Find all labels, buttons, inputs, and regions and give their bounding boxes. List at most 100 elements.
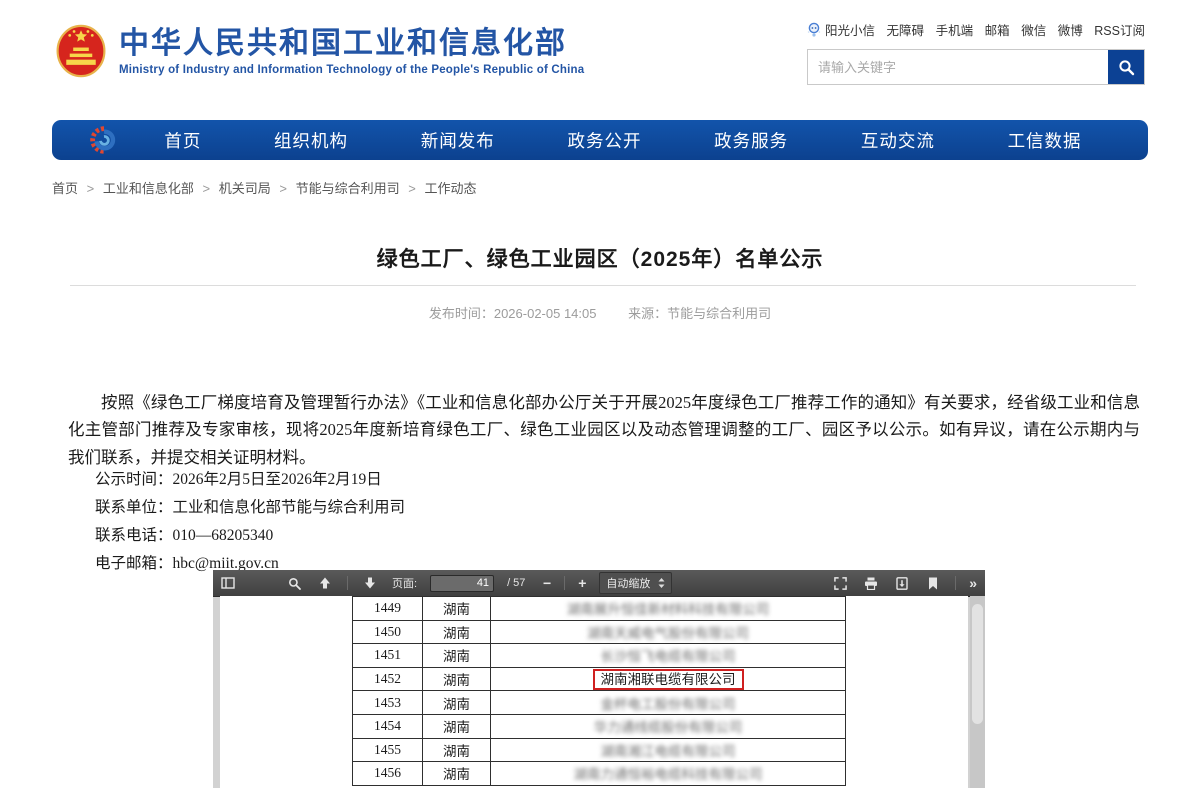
breadcrumb-separator: > bbox=[87, 181, 95, 196]
zoom-in-icon[interactable]: + bbox=[578, 575, 586, 591]
breadcrumb: 首页 > 工业和信息化部 > 机关司局 > 节能与综合利用司 > 工作动态 bbox=[52, 178, 476, 197]
row-province: 湖南 bbox=[423, 667, 491, 691]
row-province: 湖南 bbox=[423, 597, 491, 621]
contact-block: 公示时间：2026年2月5日至2026年2月19日 联系单位：工业和信息化部节能… bbox=[95, 466, 405, 578]
print-icon[interactable] bbox=[862, 574, 880, 592]
page-total: / 57 bbox=[507, 577, 525, 589]
quick-link-wechat[interactable]: 微信 bbox=[1021, 20, 1046, 39]
quick-link-sunshine[interactable]: 阳光小信 bbox=[807, 20, 875, 39]
zoom-mode-select[interactable]: 自动缩放 bbox=[599, 572, 672, 594]
breadcrumb-departments[interactable]: 机关司局 bbox=[219, 181, 271, 196]
nav-item-news[interactable]: 新闻发布 bbox=[421, 128, 495, 153]
toolbar-divider bbox=[955, 576, 956, 590]
pdf-scrollbar[interactable] bbox=[970, 596, 985, 788]
row-company-blurred: 湖南力通恒裕电缆科技有限公司 bbox=[574, 767, 763, 782]
table-row: 1450 湖南 湖南天威电气股份有限公司 bbox=[353, 620, 846, 644]
row-province: 湖南 bbox=[423, 762, 491, 786]
presentation-mode-icon[interactable] bbox=[831, 574, 849, 592]
quick-link-mobile[interactable]: 手机端 bbox=[936, 20, 974, 39]
article-meta: 发布时间：2026-02-05 14:05 来源：节能与综合利用司 bbox=[0, 303, 1200, 322]
table-row-highlighted: 1452 湖南 湖南湘联电缆有限公司 bbox=[353, 667, 846, 691]
quick-link-accessibility[interactable]: 无障碍 bbox=[887, 20, 925, 39]
page-number-input[interactable] bbox=[430, 575, 494, 592]
row-number: 1455 bbox=[353, 738, 423, 762]
nav-item-gov-service[interactable]: 政务服务 bbox=[714, 128, 788, 153]
breadcrumb-home[interactable]: 首页 bbox=[52, 181, 78, 196]
breadcrumb-separator: > bbox=[279, 181, 287, 196]
bookmark-icon[interactable] bbox=[924, 574, 942, 592]
row-company-blurred: 长沙恒飞电缆有限公司 bbox=[601, 649, 736, 664]
nav-item-data[interactable]: 工信数据 bbox=[1008, 128, 1082, 153]
select-arrows-icon bbox=[658, 578, 665, 588]
pdf-toolbar: 页面: / 57 − + 自动缩放 bbox=[213, 570, 985, 597]
article-title: 绿色工厂、绿色工业园区（2025年）名单公示 bbox=[0, 243, 1200, 273]
sunshine-mascot-icon bbox=[807, 22, 821, 38]
zoom-out-icon[interactable]: − bbox=[543, 575, 551, 591]
row-number: 1451 bbox=[353, 644, 423, 668]
contact-phone: 联系电话：010—68205340 bbox=[95, 522, 405, 550]
article-body: 按照《绿色工厂梯度培育及管理暂行办法》《工业和信息化部办公厅关于开展2025年度… bbox=[68, 389, 1140, 472]
previous-page-icon[interactable] bbox=[316, 574, 334, 592]
nav-item-gov-open[interactable]: 政务公开 bbox=[567, 128, 641, 153]
more-tools-icon[interactable]: » bbox=[969, 575, 977, 591]
row-number: 1452 bbox=[353, 667, 423, 691]
row-company-blurred: 金杯电工股份有限公司 bbox=[601, 697, 736, 712]
next-page-icon[interactable] bbox=[361, 574, 379, 592]
site-title: 中华人民共和国工业和信息化部 bbox=[119, 27, 584, 61]
quick-link-rss[interactable]: RSS订阅 bbox=[1094, 20, 1145, 39]
search-icon bbox=[1118, 59, 1135, 76]
row-company-blurred: 华力通线缆股份有限公司 bbox=[594, 720, 743, 735]
quick-link-weibo[interactable]: 微博 bbox=[1058, 20, 1083, 39]
article-source: 来源：节能与综合利用司 bbox=[628, 306, 771, 321]
row-province: 湖南 bbox=[423, 691, 491, 715]
search-button[interactable] bbox=[1108, 50, 1144, 84]
search-bar bbox=[807, 49, 1145, 85]
table-row: 1449 湖南 湖南展升恒佳新材料科技有限公司 bbox=[353, 597, 846, 621]
search-input[interactable] bbox=[808, 50, 1108, 84]
highlight-red-box: 湖南湘联电缆有限公司 bbox=[593, 669, 744, 690]
pdf-page: 1449 湖南 湖南展升恒佳新材料科技有限公司 1450 湖南 湖南天威电气股份… bbox=[220, 596, 968, 788]
row-province: 湖南 bbox=[423, 738, 491, 762]
nav-item-home[interactable]: 首页 bbox=[164, 128, 201, 153]
breadcrumb-energy-dept[interactable]: 节能与综合利用司 bbox=[296, 181, 400, 196]
nav-item-interaction[interactable]: 互动交流 bbox=[861, 128, 935, 153]
breadcrumb-separator: > bbox=[203, 181, 211, 196]
table-row: 1455 湖南 湖南湘江电缆有限公司 bbox=[353, 738, 846, 762]
row-province: 湖南 bbox=[423, 620, 491, 644]
pdf-content: 1449 湖南 湖南展升恒佳新材料科技有限公司 1450 湖南 湖南天威电气股份… bbox=[213, 596, 985, 788]
table-row: 1451 湖南 长沙恒飞电缆有限公司 bbox=[353, 644, 846, 668]
row-company-blurred: 湖南天威电气股份有限公司 bbox=[587, 626, 749, 641]
national-emblem-icon bbox=[55, 22, 107, 80]
row-number: 1454 bbox=[353, 714, 423, 738]
row-province: 湖南 bbox=[423, 714, 491, 738]
main-nav: 首页 组织机构 新闻发布 政务公开 政务服务 互动交流 工信数据 bbox=[52, 120, 1148, 160]
row-company-blurred: 湖南湘江电缆有限公司 bbox=[601, 744, 736, 759]
table-row: 1454 湖南 华力通线缆股份有限公司 bbox=[353, 714, 846, 738]
site-brand: 中华人民共和国工业和信息化部 Ministry of Industry and … bbox=[55, 22, 584, 80]
contact-unit: 联系单位：工业和信息化部节能与综合利用司 bbox=[95, 494, 405, 522]
table-row: 1456 湖南 湖南力通恒裕电缆科技有限公司 bbox=[353, 762, 846, 786]
row-number: 1449 bbox=[353, 597, 423, 621]
quick-links: 阳光小信 无障碍 手机端 邮箱 微信 微博 RSS订阅 bbox=[807, 20, 1145, 39]
divider bbox=[70, 285, 1136, 286]
breadcrumb-work-news[interactable]: 工作动态 bbox=[424, 181, 476, 196]
scrollbar-thumb[interactable] bbox=[972, 604, 983, 724]
sidebar-toggle-icon[interactable] bbox=[219, 574, 237, 592]
find-icon[interactable] bbox=[285, 574, 303, 592]
toolbar-divider bbox=[564, 576, 565, 590]
page-label: 页面: bbox=[392, 575, 417, 591]
breadcrumb-miit[interactable]: 工业和信息化部 bbox=[103, 181, 194, 196]
row-number: 1453 bbox=[353, 691, 423, 715]
row-number: 1456 bbox=[353, 762, 423, 786]
download-icon[interactable] bbox=[893, 574, 911, 592]
nav-item-organization[interactable]: 组织机构 bbox=[274, 128, 348, 153]
toolbar-divider bbox=[347, 576, 348, 590]
pdf-viewer: 页面: / 57 − + 自动缩放 bbox=[213, 570, 985, 788]
site-subtitle: Ministry of Industry and Information Tec… bbox=[119, 64, 584, 76]
breadcrumb-separator: > bbox=[408, 181, 416, 196]
public-notice-period: 公示时间：2026年2月5日至2026年2月19日 bbox=[95, 466, 405, 494]
quick-link-mail[interactable]: 邮箱 bbox=[985, 20, 1010, 39]
row-province: 湖南 bbox=[423, 644, 491, 668]
row-number: 1450 bbox=[353, 620, 423, 644]
table-row: 1453 湖南 金杯电工股份有限公司 bbox=[353, 691, 846, 715]
